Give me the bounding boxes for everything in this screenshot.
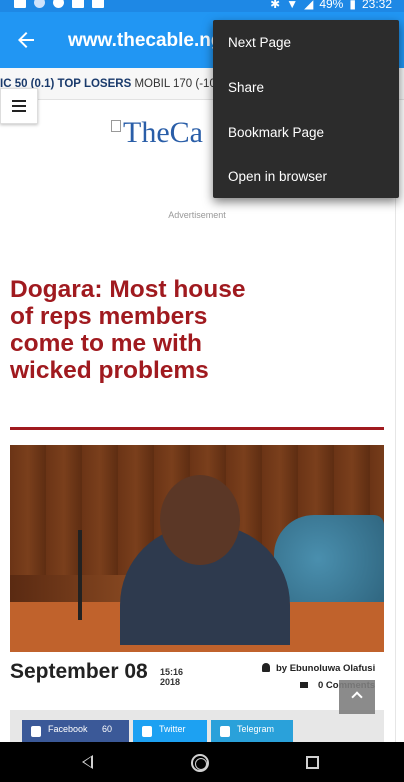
telegram-share-button[interactable]: Telegram bbox=[211, 720, 293, 742]
battery-percent: 49% bbox=[319, 0, 344, 11]
twitter-icon bbox=[72, 0, 84, 8]
author-name: by Ebunoluwa Olafusi bbox=[276, 663, 376, 674]
nav-back-icon[interactable] bbox=[82, 755, 93, 769]
twitter-icon bbox=[142, 726, 152, 737]
logo-alt-text: TheCa bbox=[123, 116, 203, 149]
article-time: 15:16 2018 bbox=[160, 667, 183, 687]
nav-home-icon[interactable] bbox=[191, 754, 209, 772]
battery-icon: ▮ bbox=[349, 0, 356, 11]
overflow-menu: Next Page Share Bookmark Page Open in br… bbox=[213, 20, 399, 198]
photo-microphone bbox=[78, 530, 82, 620]
menu-line bbox=[12, 110, 26, 112]
comment-icon bbox=[300, 682, 308, 688]
article-headline: Dogara: Most house of reps members come … bbox=[10, 276, 246, 384]
send-icon bbox=[92, 0, 104, 8]
bluetooth-icon: ✱ bbox=[270, 0, 281, 11]
menu-line bbox=[12, 100, 26, 102]
chevron-up-icon bbox=[351, 691, 363, 703]
nav-recents-icon[interactable] bbox=[306, 756, 319, 769]
advertisement-label: Advertisement bbox=[168, 210, 226, 220]
menu-item-open-in-browser[interactable]: Open in browser bbox=[213, 154, 399, 198]
image-icon bbox=[14, 0, 26, 8]
broken-image-icon bbox=[111, 120, 121, 132]
ticker-label: TOP LOSERS bbox=[57, 78, 132, 90]
article-author[interactable]: by Ebunoluwa Olafusi bbox=[262, 663, 375, 674]
page-url: www.thecable.ng bbox=[68, 30, 223, 51]
screen: ✱ ▼ ◢ 49% ▮ 23:32 www.thecable.ng IC 50 … bbox=[0, 0, 404, 782]
person-icon bbox=[262, 663, 270, 672]
soccer-ball-icon bbox=[53, 0, 64, 8]
menu-item-next-page[interactable]: Next Page bbox=[213, 20, 399, 64]
headline-divider bbox=[10, 427, 384, 430]
share-bar: Facebook 60 Twitter Telegram bbox=[10, 710, 384, 742]
facebook-count: 60 bbox=[102, 724, 113, 734]
twitter-share-button[interactable]: Twitter bbox=[133, 720, 207, 742]
menu-item-bookmark-page[interactable]: Bookmark Page bbox=[213, 110, 399, 154]
facebook-icon bbox=[31, 726, 41, 737]
article-photo bbox=[10, 445, 384, 652]
status-right: ✱ ▼ ◢ 49% ▮ 23:32 bbox=[270, 0, 392, 11]
telegram-icon bbox=[220, 726, 230, 737]
site-logo[interactable]: TheCa bbox=[111, 116, 203, 150]
menu-line bbox=[12, 105, 26, 107]
article-date: September 08 bbox=[10, 660, 148, 683]
notification-icons bbox=[14, 0, 104, 8]
twitter-label: Twitter bbox=[159, 724, 186, 734]
signal-icon: ◢ bbox=[304, 0, 314, 11]
article-time-value: 15:16 bbox=[160, 667, 184, 677]
scroll-to-top-button[interactable] bbox=[339, 680, 375, 714]
photo-person-head bbox=[160, 475, 240, 565]
facebook-label: Facebook bbox=[48, 724, 88, 734]
menu-item-share[interactable]: Share bbox=[213, 65, 399, 109]
telegram-label: Telegram bbox=[237, 724, 275, 734]
circle-notification-icon bbox=[34, 0, 45, 8]
wifi-icon: ▼ bbox=[286, 0, 299, 11]
clock: 23:32 bbox=[361, 0, 392, 11]
facebook-share-button[interactable]: Facebook 60 bbox=[22, 720, 129, 742]
status-bar: ✱ ▼ ◢ 49% ▮ 23:32 bbox=[0, 0, 404, 12]
hamburger-menu-button[interactable] bbox=[0, 88, 38, 124]
article-year: 2018 bbox=[160, 677, 181, 687]
system-nav-bar bbox=[0, 742, 404, 782]
back-arrow-icon[interactable] bbox=[14, 28, 38, 52]
ticker-item: MOBIL 170 (-10) bbox=[134, 78, 220, 90]
